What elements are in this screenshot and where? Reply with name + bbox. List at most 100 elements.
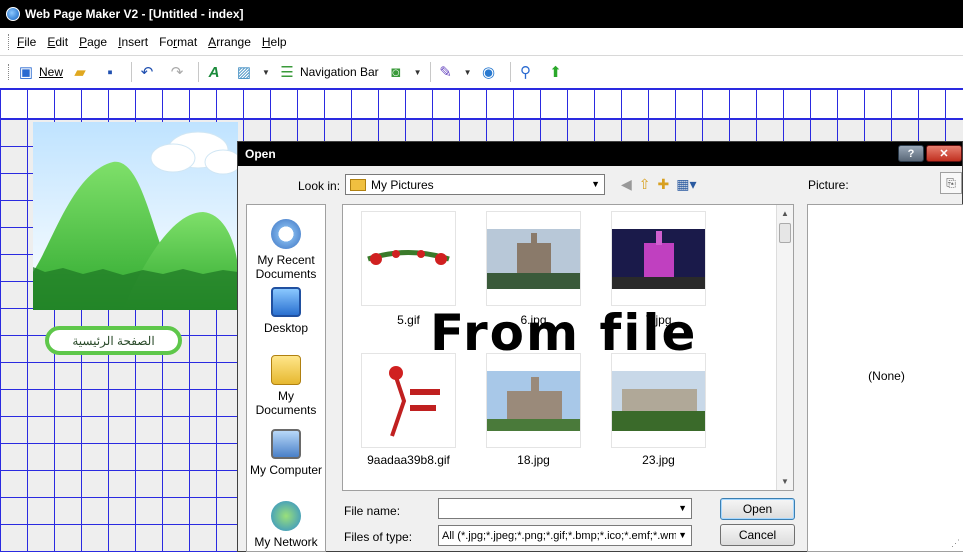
- recent-documents-icon: [271, 219, 301, 249]
- navigation-bar-icon: ☰: [280, 63, 294, 81]
- cancel-button[interactable]: Cancel: [720, 524, 795, 546]
- file-name-input[interactable]: ▼: [438, 498, 692, 519]
- folder-icon: [350, 178, 366, 191]
- up-folder-icon[interactable]: ⇧: [639, 176, 651, 193]
- picture-label: Picture:: [808, 178, 849, 192]
- back-icon[interactable]: ◀: [621, 176, 632, 193]
- save-button[interactable]: ▪: [101, 60, 123, 84]
- look-in-label: Look in:: [298, 179, 341, 193]
- toolbar-separator: [509, 62, 511, 82]
- chevron-down-icon: ▼: [591, 179, 600, 189]
- insert-image-button[interactable]: ▨: [235, 60, 257, 84]
- menu-file[interactable]: File: [17, 35, 36, 49]
- look-in-value: My Pictures: [371, 177, 434, 192]
- files-of-type-label: Files of type:: [344, 530, 413, 544]
- open-button[interactable]: ▰: [71, 60, 93, 84]
- place-recent-documents[interactable]: My Recent Documents: [247, 219, 325, 281]
- files-of-type-dropdown[interactable]: All (*.jpg;*.jpeg;*.png;*.gif;*.bmp;*.ic…: [438, 525, 692, 546]
- close-button[interactable]: ✕: [926, 145, 962, 162]
- picture-preview: (None): [807, 204, 963, 552]
- scroll-up-icon[interactable]: ▲: [781, 209, 789, 218]
- new-folder-icon[interactable]: ✚: [658, 176, 670, 193]
- preview-toggle-icon[interactable]: ⎘: [940, 172, 962, 194]
- scroll-down-icon[interactable]: ▼: [781, 477, 789, 486]
- file-thumbnail-18-jpg[interactable]: [486, 353, 581, 448]
- look-in-dropdown[interactable]: My Pictures ▼: [345, 174, 605, 195]
- new-button[interactable]: ▣ New: [17, 60, 63, 84]
- navigation-bar-button[interactable]: ☰ Navigation Bar: [278, 60, 378, 84]
- menu-format[interactable]: Format: [159, 35, 197, 49]
- edit-dropdown-icon[interactable]: ▼: [464, 68, 472, 77]
- object-icon: ◙: [391, 63, 401, 81]
- window-title: Web Page Maker V2 - [Untitled - index]: [25, 7, 244, 21]
- view-menu-icon[interactable]: ▦▾: [676, 176, 696, 193]
- insert-object-button[interactable]: ◙: [387, 60, 409, 84]
- object-dropdown-icon[interactable]: ▼: [414, 68, 422, 77]
- file-list-scrollbar[interactable]: ▲ ▼: [776, 205, 793, 490]
- menu-edit[interactable]: Edit: [47, 35, 68, 49]
- file-name: 18.jpg: [517, 453, 550, 467]
- open-button[interactable]: Open: [720, 498, 795, 520]
- dialog-title-bar: Open ? ✕: [238, 142, 962, 166]
- menu-arrange[interactable]: Arrange: [208, 35, 251, 49]
- my-documents-icon: [271, 355, 301, 385]
- dialog-nav-toolbar: ◀ ⇧ ✚ ▦▾: [621, 176, 697, 193]
- resize-grip-icon[interactable]: ⋰: [951, 538, 960, 549]
- toolbar-separator: [429, 62, 431, 82]
- preview-button[interactable]: ⚲: [517, 60, 539, 84]
- place-my-computer[interactable]: My Computer: [247, 429, 325, 477]
- place-desktop[interactable]: Desktop: [247, 287, 325, 335]
- menu-insert[interactable]: Insert: [118, 35, 148, 49]
- toolbar-separator: [131, 62, 133, 82]
- insert-text-button[interactable]: A: [205, 60, 227, 84]
- menu-help[interactable]: Help: [262, 35, 287, 49]
- my-network-icon: [271, 501, 301, 531]
- menu-page[interactable]: Page: [79, 35, 107, 49]
- file-name: 23.jpg: [642, 453, 675, 467]
- overlay-caption: From file: [430, 304, 698, 362]
- save-icon: ▪: [107, 63, 113, 81]
- floral-banner-thumbnail: [367, 249, 450, 265]
- file-thumbnail-6-jpg[interactable]: [486, 211, 581, 306]
- places-bar: My Recent Documents Desktop My Documents…: [246, 204, 326, 552]
- landscape-image[interactable]: [33, 122, 238, 310]
- night-building-thumbnail: [612, 228, 705, 289]
- menu-bar: File Edit Page Insert Format Arrange Hel…: [0, 28, 963, 56]
- building-photo-thumbnail: [487, 228, 580, 289]
- app-title-bar: Web Page Maker V2 - [Untitled - index]: [0, 0, 963, 28]
- file-thumbnail-5-gif[interactable]: [361, 211, 456, 306]
- main-toolbar: ▣ New ▰ ▪ ↶ ↷ A ▨ ▼ ☰ Navigation Bar ◙ ▼…: [0, 56, 963, 88]
- desktop-icon: [271, 287, 301, 317]
- app-logo-icon: [6, 7, 20, 21]
- file-thumbnail-7-jpg[interactable]: [611, 211, 706, 306]
- help-button[interactable]: ?: [898, 145, 924, 162]
- image-dropdown-icon[interactable]: ▼: [262, 68, 270, 77]
- edit-icon: ✎: [439, 63, 452, 81]
- publish-button[interactable]: ◉: [480, 60, 502, 84]
- home-nav-label: الصفحة الرئيسية: [72, 333, 155, 348]
- edit-html-button[interactable]: ✎: [437, 60, 459, 84]
- upload-button[interactable]: ⬆: [547, 60, 569, 84]
- file-name-label: File name:: [344, 504, 401, 518]
- park-building-thumbnail: [612, 370, 705, 431]
- redo-icon: ↷: [170, 63, 184, 81]
- chevron-down-icon: ▼: [676, 530, 687, 540]
- undo-button[interactable]: ↶: [138, 60, 160, 84]
- home-nav-button[interactable]: الصفحة الرئيسية: [45, 326, 182, 355]
- toolbar-separator: [198, 62, 200, 82]
- file-thumbnail-23-jpg[interactable]: [611, 353, 706, 448]
- place-my-documents[interactable]: My Documents: [247, 355, 325, 417]
- dialog-title: Open: [245, 147, 276, 161]
- globe-icon: ◉: [481, 63, 496, 81]
- menu-grip: [8, 33, 11, 50]
- file-thumbnail-9aadaa39b8-gif[interactable]: [361, 353, 456, 448]
- flower-greeting-thumbnail: [388, 365, 440, 437]
- new-page-icon: ▣: [18, 63, 34, 81]
- my-computer-icon: [271, 429, 301, 459]
- redo-button[interactable]: ↷: [168, 60, 190, 84]
- scroll-thumb[interactable]: [779, 223, 791, 243]
- ruler: [0, 88, 963, 120]
- place-my-network[interactable]: My Network: [247, 501, 325, 549]
- landscape-graphic: [33, 122, 238, 310]
- campus-photo-thumbnail: [487, 370, 580, 431]
